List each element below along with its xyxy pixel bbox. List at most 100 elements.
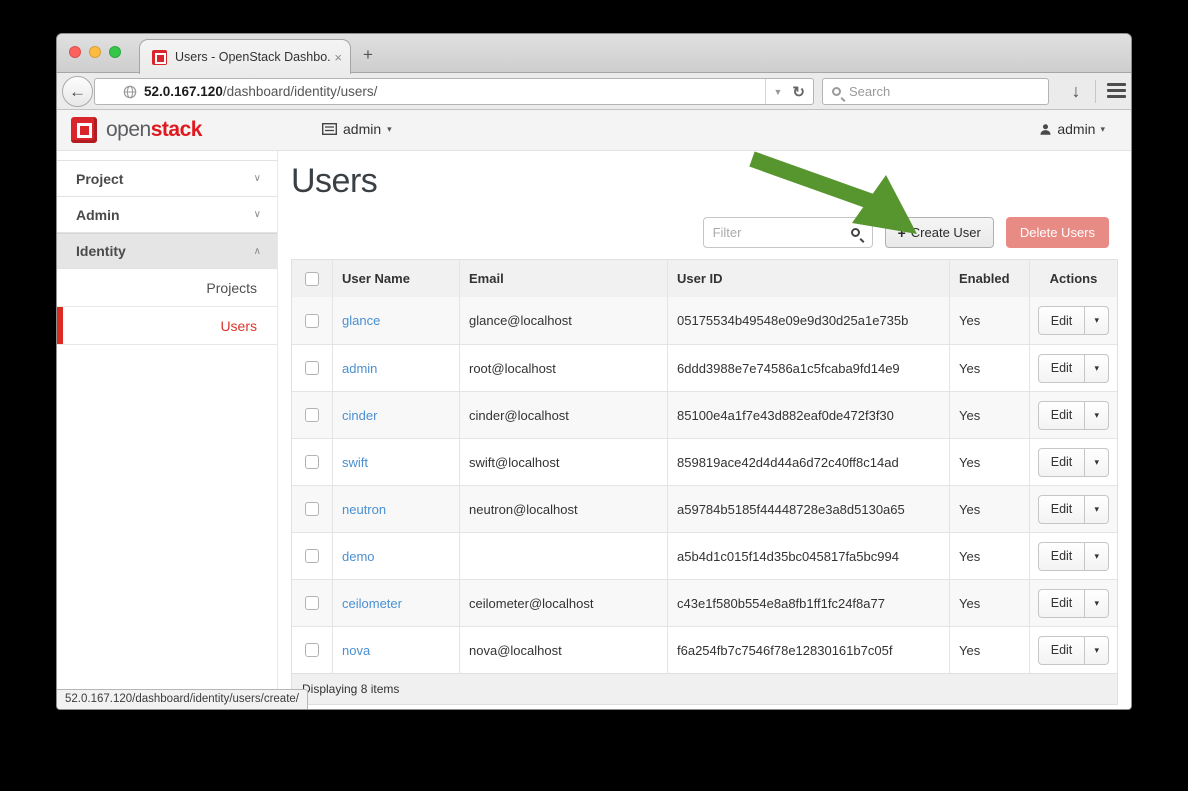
column-header-user-id[interactable]: User ID [667,260,949,297]
new-tab-button[interactable]: + [363,46,373,63]
column-header-enabled[interactable]: Enabled [949,260,1029,297]
sidebar-section-identity[interactable]: Identity ∧ [57,233,277,269]
row-actions: Edit ▾ [1038,589,1110,618]
user-enabled: Yes [949,486,1029,532]
table-header-row: User Name Email User ID Enabled Actions [292,260,1117,297]
user-name-link[interactable]: nova [342,643,370,658]
user-enabled: Yes [949,297,1029,344]
downloads-icon[interactable]: ↓ [1062,78,1090,105]
edit-dropdown-caret[interactable]: ▾ [1085,354,1109,383]
create-user-label: Create User [911,225,981,240]
back-button[interactable]: ← [62,76,93,107]
openstack-brand[interactable]: openstack [71,117,202,143]
zoom-window-button[interactable] [109,46,121,58]
edit-dropdown-caret[interactable]: ▾ [1085,636,1109,665]
column-header-user-name[interactable]: User Name [332,260,459,297]
caret-down-icon: ▾ [1100,124,1105,135]
user-enabled: Yes [949,627,1029,673]
row-actions: Edit ▾ [1038,401,1110,430]
browser-tab[interactable]: Users - OpenStack Dashbo... × [139,39,351,74]
user-name-link[interactable]: neutron [342,502,386,517]
table-row: nova nova@localhost f6a254fb7c7546f78e12… [292,626,1117,673]
row-actions: Edit ▾ [1038,354,1110,383]
edit-dropdown-caret[interactable]: ▾ [1085,401,1109,430]
user-menu[interactable]: admin ▾ [1039,121,1105,137]
filter-box[interactable] [703,217,873,248]
row-checkbox[interactable] [305,643,319,657]
close-tab-icon[interactable]: × [334,50,342,65]
sidebar-section-label: Admin [76,207,120,223]
filter-search-icon[interactable] [851,228,860,237]
users-table: User Name Email User ID Enabled Actions … [291,259,1118,705]
url-history-dropdown-icon[interactable]: ▼ [774,87,783,97]
user-name-link[interactable]: glance [342,313,380,328]
url-text[interactable]: 52.0.167.120/dashboard/identity/users/ [144,84,765,99]
openstack-logo-icon [71,117,97,143]
user-id: a59784b5185f44448728e3a8d5130a65 [667,486,949,532]
sidebar-item-projects[interactable]: Projects [57,269,277,307]
row-actions: Edit ▾ [1038,448,1110,477]
close-window-button[interactable] [69,46,81,58]
project-context-menu[interactable]: admin ▾ [322,121,392,137]
row-checkbox[interactable] [305,596,319,610]
select-all-checkbox[interactable] [305,272,319,286]
menu-button[interactable] [1105,81,1128,100]
user-enabled: Yes [949,533,1029,579]
plus-icon: + [898,225,906,241]
sidebar-link-label: Users [220,318,257,334]
user-enabled: Yes [949,439,1029,485]
user-email: root@localhost [459,345,667,391]
sidebar-section-admin[interactable]: Admin ∨ [57,197,277,233]
user-name-link[interactable]: admin [342,361,377,376]
row-actions: Edit ▾ [1038,636,1110,665]
row-checkbox[interactable] [305,502,319,516]
edit-dropdown-caret[interactable]: ▾ [1085,448,1109,477]
user-name-link[interactable]: demo [342,549,375,564]
column-header-email[interactable]: Email [459,260,667,297]
toolbar-divider [1095,80,1096,103]
url-bar[interactable]: 52.0.167.120/dashboard/identity/users/ ▼… [94,78,814,105]
user-name-link[interactable]: cinder [342,408,377,423]
delete-users-button[interactable]: Delete Users [1006,217,1109,248]
row-checkbox[interactable] [305,361,319,375]
user-name-link[interactable]: ceilometer [342,596,402,611]
browser-window: Users - OpenStack Dashbo... × + ← 52.0.1… [56,33,1132,710]
edit-button[interactable]: Edit [1038,306,1086,335]
edit-dropdown-caret[interactable]: ▾ [1085,495,1109,524]
user-email: nova@localhost [459,627,667,673]
url-path: /dashboard/identity/users/ [223,84,378,99]
browser-search-box[interactable] [822,78,1049,105]
edit-dropdown-caret[interactable]: ▾ [1085,589,1109,618]
edit-button[interactable]: Edit [1038,401,1086,430]
edit-button[interactable]: Edit [1038,542,1086,571]
edit-button[interactable]: Edit [1038,448,1086,477]
user-id: 85100e4a1f7e43d882eaf0de472f3f30 [667,392,949,438]
minimize-window-button[interactable] [89,46,101,58]
create-user-button[interactable]: + Create User [885,217,994,248]
edit-button[interactable]: Edit [1038,636,1086,665]
filter-input[interactable] [713,225,851,240]
column-header-actions: Actions [1029,260,1117,297]
edit-button[interactable]: Edit [1038,354,1086,383]
row-checkbox[interactable] [305,455,319,469]
edit-dropdown-caret[interactable]: ▾ [1085,306,1109,335]
sidebar-link-label: Projects [206,280,257,296]
sidebar-section-project[interactable]: Project ∨ [57,161,277,197]
user-enabled: Yes [949,580,1029,626]
row-checkbox[interactable] [305,549,319,563]
navigation-toolbar: ← 52.0.167.120/dashboard/identity/users/… [57,73,1131,110]
content-area: Project ∨ Admin ∨ Identity ∧ Projects Us… [57,151,1131,709]
edit-dropdown-caret[interactable]: ▾ [1085,542,1109,571]
edit-button[interactable]: Edit [1038,589,1086,618]
user-enabled: Yes [949,345,1029,391]
browser-search-input[interactable] [849,84,1039,99]
url-host: 52.0.167.120 [144,84,223,99]
edit-button[interactable]: Edit [1038,495,1086,524]
reload-icon[interactable]: ↻ [792,83,805,101]
user-name-link[interactable]: swift [342,455,368,470]
project-menu-label: admin [343,121,381,137]
row-checkbox[interactable] [305,408,319,422]
sidebar-item-users[interactable]: Users [57,307,277,345]
sidebar-spacer [57,151,277,161]
row-checkbox[interactable] [305,314,319,328]
